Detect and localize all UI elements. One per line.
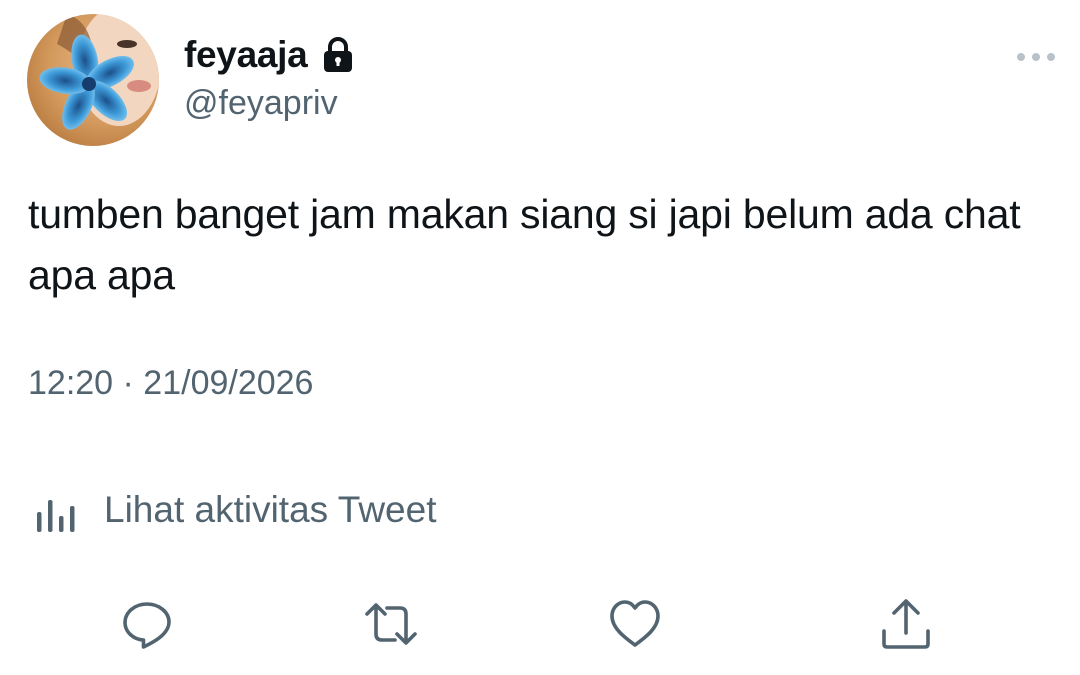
heart-icon (610, 600, 660, 647)
author-handle[interactable]: @feyapriv (184, 84, 338, 123)
view-tweet-activity-button[interactable]: Lihat aktivitas Tweet (32, 484, 437, 536)
tweet-timestamp[interactable]: 12:20 · 21/09/2026 (28, 364, 313, 403)
more-icon[interactable] (1014, 46, 1058, 68)
tweet-text: tumben banget jam makan siang si japi be… (28, 191, 1021, 298)
analytics-icon (32, 486, 80, 534)
avatar-image (27, 14, 159, 146)
view-tweet-activity-label: Lihat aktivitas Tweet (104, 489, 437, 530)
share-button[interactable] (878, 596, 934, 652)
like-button[interactable] (607, 596, 663, 652)
lock-icon (319, 36, 357, 74)
author-name-row: feyaaja (184, 32, 357, 78)
reply-button[interactable] (119, 596, 175, 652)
share-icon (882, 599, 930, 649)
retweet-icon (365, 603, 417, 645)
reply-icon (123, 602, 171, 649)
retweet-button[interactable] (363, 596, 419, 652)
author-display-name[interactable]: feyaaja (184, 34, 308, 76)
avatar[interactable] (27, 14, 159, 146)
